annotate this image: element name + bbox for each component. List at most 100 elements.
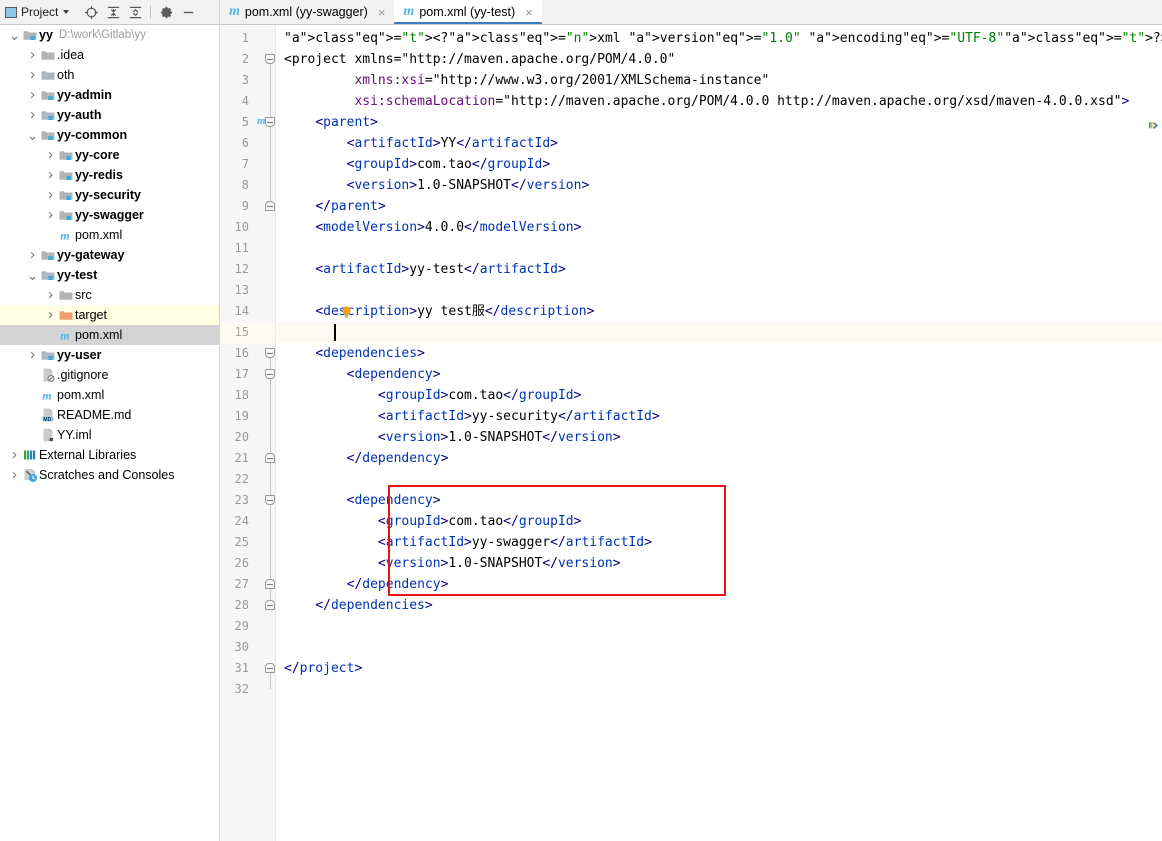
tree-item-yy-gateway[interactable]: ›yy-gateway [0,245,219,265]
chevron-right-icon[interactable]: › [26,349,39,361]
code-line[interactable]: "a">class"eq">="t"><?"a">class"eq">="n">… [276,28,1162,49]
fold-toggle-icon[interactable] [265,663,275,673]
tree-item-yy-iml[interactable]: YY.iml [0,425,219,445]
chevron-right-icon[interactable]: › [44,289,57,301]
project-tree[interactable]: ⌄yyD:\work\Gitlab\yy›.idea›oth›yy-admin›… [0,25,220,841]
code-line[interactable]: </dependencies> [276,595,1162,616]
code-line[interactable]: xmlns:xsi="http://www.w3.org/2001/XMLSch… [276,70,1162,91]
code-line[interactable]: <artifactId>YY</artifactId> [276,133,1162,154]
fold-toggle-icon[interactable] [265,54,275,64]
tree-item-idea[interactable]: ›.idea [0,45,219,65]
chevron-right-icon[interactable]: › [44,169,57,181]
fold-toggle-icon[interactable] [265,117,275,127]
settings-gear-icon[interactable] [155,1,177,23]
tree-item-target[interactable]: ›target [0,305,219,325]
chevron-right-icon[interactable]: › [44,309,57,321]
chevron-down-icon[interactable]: ⌄ [26,272,39,278]
close-icon[interactable]: × [377,6,387,19]
tree-item-gitignore[interactable]: .gitignore [0,365,219,385]
code-line[interactable]: </parent> [276,196,1162,217]
code-line[interactable]: <artifactId>yy-swagger</artifactId> [276,532,1162,553]
code-line[interactable] [276,322,1162,343]
locate-icon[interactable] [80,1,102,23]
close-icon[interactable]: × [524,6,534,19]
code-line[interactable] [276,469,1162,490]
chevron-down-icon[interactable]: ⌄ [8,32,21,38]
chevron-right-icon[interactable]: › [26,109,39,121]
fold-toggle-icon[interactable] [265,495,275,505]
chevron-right-icon[interactable]: › [44,209,57,221]
tree-item-scratches-and-consoles[interactable]: ›Scratches and Consoles [0,465,219,485]
fold-toggle-icon[interactable] [265,600,275,610]
tree-item-yy-common[interactable]: ⌄yy-common [0,125,219,145]
code-line[interactable] [276,637,1162,658]
chevron-down-icon[interactable]: ⌄ [26,132,39,138]
code-line[interactable]: <dependency> [276,364,1162,385]
chevron-down-icon[interactable] [63,10,69,14]
editor-tab-pom-yy-test[interactable]: m pom.xml (yy-test) × [394,0,541,24]
tree-item-yy-auth[interactable]: ›yy-auth [0,105,219,125]
tree-item-readme-md[interactable]: MDREADME.md [0,405,219,425]
code-line[interactable]: </dependency> [276,448,1162,469]
chevron-right-icon[interactable]: › [8,469,21,481]
code-line[interactable] [276,280,1162,301]
editor-tab-pom-yy-swagger[interactable]: m pom.xml (yy-swagger) × [220,0,394,24]
editor-code[interactable]: "a">class"eq">="t"><?"a">class"eq">="n">… [275,25,1162,841]
code-line[interactable]: <artifactId>yy-test</artifactId> [276,259,1162,280]
code-line[interactable]: <artifactId>yy-security</artifactId> [276,406,1162,427]
tree-item-yy-user[interactable]: ›yy-user [0,345,219,365]
code-line[interactable]: <groupId>com.tao</groupId> [276,154,1162,175]
collapse-all-icon[interactable] [124,1,146,23]
code-line[interactable] [276,679,1162,700]
chevron-right-icon[interactable]: › [26,69,39,81]
code-line[interactable]: <version>1.0-SNAPSHOT</version> [276,427,1162,448]
code-line[interactable]: <groupId>com.tao</groupId> [276,511,1162,532]
code-line[interactable]: <groupId>com.tao</groupId> [276,385,1162,406]
chevron-right-icon[interactable]: › [44,189,57,201]
code-line[interactable]: <dependencies> [276,343,1162,364]
tree-item-yy-swagger[interactable]: ›yy-swagger [0,205,219,225]
chevron-right-icon[interactable]: › [26,249,39,261]
intention-bulb-icon[interactable] [340,305,353,323]
code-line[interactable]: <parent> [276,112,1162,133]
code-line[interactable]: <version>1.0-SNAPSHOT</version> [276,175,1162,196]
project-tool-window-title[interactable]: Project [5,5,69,19]
fold-toggle-icon[interactable] [265,348,275,358]
code-line[interactable]: <modelVersion>4.0.0</modelVersion> [276,217,1162,238]
tree-item-yy-test[interactable]: ⌄yy-test [0,265,219,285]
inspection-marker[interactable] [1149,121,1160,135]
fold-toggle-icon[interactable] [265,201,275,211]
fold-toggle-icon[interactable] [265,579,275,589]
tree-item-pom-xml[interactable]: mpom.xml [0,325,219,345]
code-line[interactable]: xsi:schemaLocation="http://maven.apache.… [276,91,1162,112]
tree-item-yy-admin[interactable]: ›yy-admin [0,85,219,105]
tree-item-yy-security[interactable]: ›yy-security [0,185,219,205]
tree-item-pom-xml[interactable]: mpom.xml [0,225,219,245]
code-folding-rail[interactable] [265,25,275,841]
code-line[interactable]: <project xmlns="http://maven.apache.org/… [276,49,1162,70]
tree-item-pom-xml[interactable]: mpom.xml [0,385,219,405]
fold-toggle-icon[interactable] [265,369,275,379]
chevron-right-icon[interactable]: › [44,149,57,161]
editor-gutter[interactable]: 1234567891011121314151617181920212223242… [220,25,275,841]
chevron-right-icon[interactable]: › [26,89,39,101]
code-line[interactable] [276,238,1162,259]
tree-item-external-libraries[interactable]: ›External Libraries [0,445,219,465]
code-line[interactable]: </dependency> [276,574,1162,595]
tree-item-yy-redis[interactable]: ›yy-redis [0,165,219,185]
tree-item-yy[interactable]: ⌄yyD:\work\Gitlab\yy [0,25,219,45]
code-line[interactable]: <description>yy test服</description> [276,301,1162,322]
code-line[interactable]: <dependency> [276,490,1162,511]
editor-markers-strip[interactable] [1150,25,1162,841]
code-line[interactable] [276,616,1162,637]
tree-item-oth[interactable]: ›oth [0,65,219,85]
chevron-right-icon[interactable]: › [8,449,21,461]
fold-toggle-icon[interactable] [265,453,275,463]
hide-icon[interactable] [177,1,199,23]
code-line[interactable]: <version>1.0-SNAPSHOT</version> [276,553,1162,574]
expand-all-icon[interactable] [102,1,124,23]
tree-item-yy-core[interactable]: ›yy-core [0,145,219,165]
chevron-right-icon[interactable]: › [26,49,39,61]
tree-item-src[interactable]: ›src [0,285,219,305]
code-line[interactable]: </project> [276,658,1162,679]
